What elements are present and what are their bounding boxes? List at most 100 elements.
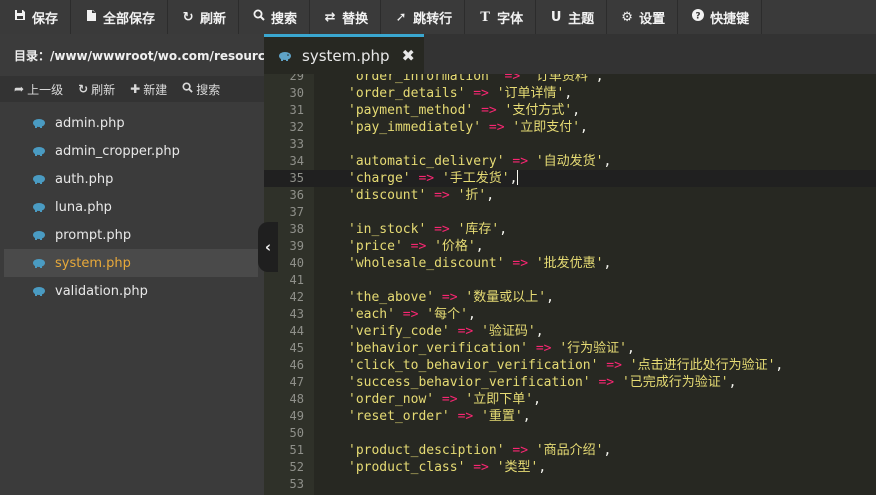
file-name: admin.php	[55, 115, 125, 131]
sidebar-search-label: 搜索	[196, 82, 221, 97]
tab-system-php[interactable]: system.php ✖	[264, 34, 424, 74]
array-value: '已完成行为验证'	[621, 375, 729, 390]
file-sidebar: 目录：/www/wwwroot/wo.com/resourc... ➦ 上一级 …	[0, 34, 264, 495]
settings-button[interactable]: ⚙ 设置	[607, 0, 679, 34]
array-key: 'product_desciption'	[348, 443, 505, 458]
close-icon[interactable]: ✖	[402, 46, 415, 65]
sidebar-refresh-button[interactable]: ↻ 刷新	[78, 81, 115, 98]
array-key: 'verify_code'	[348, 324, 450, 339]
settings-label: 设置	[639, 11, 666, 27]
refresh-icon: ↻	[78, 82, 89, 96]
replace-icon: ⇄	[324, 9, 336, 25]
file-name: system.php	[55, 255, 131, 271]
array-value: '每个'	[426, 307, 468, 322]
file-item[interactable]: luna.php	[4, 193, 258, 221]
array-key: 'in_stock'	[348, 222, 427, 237]
file-name: admin_cropper.php	[55, 143, 180, 159]
refresh-icon: ↻	[182, 9, 194, 25]
line-number: 31	[289, 103, 304, 117]
line-number: 29	[289, 74, 304, 83]
goto-line-button[interactable]: ➚ 跳转行	[381, 0, 466, 34]
arrow-operator: =>	[441, 392, 458, 407]
replace-label: 替换	[342, 11, 369, 27]
array-key: 'each'	[348, 307, 395, 322]
line-number: 51	[289, 443, 304, 457]
line-number: 47	[289, 375, 304, 389]
code-line: 30 'order_details' => '订单详情',	[264, 85, 876, 102]
save-all-icon	[84, 9, 98, 26]
code-text: 'in_stock' => '库存',	[348, 222, 508, 237]
array-key: 'the_above'	[348, 290, 435, 305]
array-key: 'payment_method'	[348, 103, 474, 118]
code-text: 'order_details' => '订单详情',	[348, 86, 573, 101]
new-file-button[interactable]: ✚ 新建	[130, 81, 167, 98]
up-level-button[interactable]: ➦ 上一级	[14, 81, 63, 98]
array-value: '商品介绍'	[535, 443, 604, 458]
theme-label: 主题	[568, 11, 595, 27]
sidebar-refresh-label: 刷新	[91, 82, 116, 97]
refresh-button[interactable]: ↻ 刷新	[168, 0, 240, 34]
code-text: 'discount' => '折',	[348, 188, 495, 203]
code-text: 'verify_code' => '验证码',	[348, 324, 544, 339]
array-value: '行为验证'	[559, 341, 627, 356]
line-number: 50	[289, 426, 304, 440]
code-line: 52 'product_class' => '类型',	[264, 459, 876, 476]
code-text: 'payment_method' => '支付方式',	[348, 103, 581, 118]
code-text: 'product_desciption' => '商品介绍',	[348, 443, 612, 458]
code-editor[interactable]: 29 'order_information' => '订单资料', 30 'order…	[264, 74, 876, 495]
sidebar-search-button[interactable]: 搜索	[182, 81, 220, 98]
file-item[interactable]: auth.php	[4, 165, 258, 193]
toolbar: 保存 全部保存 ↻ 刷新 搜索 ⇄ 替换 ➚ 跳转行 T 字体 U 主题 ⚙ 设…	[0, 0, 876, 34]
arrow-operator: =>	[512, 443, 529, 458]
array-key: 'price'	[348, 239, 403, 254]
file-list: admin.php admin_cropper.php auth.php luna.p…	[0, 109, 264, 305]
array-value: '类型'	[496, 460, 539, 475]
shortcuts-button[interactable]: ? 快捷键	[678, 0, 763, 34]
php-elephant-icon	[32, 286, 46, 296]
font-icon: T	[480, 9, 490, 25]
array-key: 'order_details'	[348, 86, 466, 101]
code-text: 'success_behavior_verification' => '已完成行…	[348, 375, 737, 390]
array-key: 'order_now'	[348, 392, 435, 407]
code-line: 41	[264, 272, 876, 289]
theme-button[interactable]: U 主题	[536, 0, 608, 34]
save-button[interactable]: 保存	[0, 0, 72, 34]
code-line: 31 'payment_method' => '支付方式',	[264, 102, 876, 119]
line-number: 46	[289, 358, 304, 372]
file-item[interactable]: prompt.php	[4, 221, 258, 249]
code-line: 53	[264, 476, 876, 493]
collapse-sidebar-button[interactable]: ‹	[258, 222, 278, 272]
font-button[interactable]: T 字体	[465, 0, 537, 34]
file-item[interactable]: admin_cropper.php	[4, 137, 258, 165]
code-line: 37	[264, 204, 876, 221]
array-value: '验证码'	[481, 324, 536, 339]
code-line: 42 'the_above' => '数量或以上',	[264, 289, 876, 306]
up-level-label: 上一级	[27, 82, 64, 97]
search-button[interactable]: 搜索	[239, 0, 311, 34]
file-item[interactable]: validation.php	[4, 277, 258, 305]
shortcuts-label: 快捷键	[710, 11, 750, 27]
code-text: 'order_information' => '订单资料',	[348, 74, 604, 85]
code-text: 'each' => '每个',	[348, 307, 476, 322]
save-all-button[interactable]: 全部保存	[71, 0, 169, 34]
line-number: 33	[289, 137, 304, 151]
file-item[interactable]: system.php	[4, 249, 258, 277]
file-item[interactable]: admin.php	[4, 109, 258, 137]
replace-button[interactable]: ⇄ 替换	[310, 0, 382, 34]
php-elephant-icon	[32, 230, 46, 240]
array-value: '立即下单'	[465, 392, 534, 407]
file-name: prompt.php	[55, 227, 132, 243]
code-text: 'charge' => '手工发货',	[348, 170, 519, 186]
array-key: 'success_behavior_verification'	[348, 375, 591, 390]
array-value: '订单资料'	[528, 74, 596, 84]
arrow-operator: =>	[402, 307, 419, 322]
array-value: '批发优惠'	[535, 256, 604, 271]
php-elephant-icon	[32, 202, 46, 212]
line-number: 36	[289, 188, 304, 202]
line-number: 52	[289, 460, 304, 474]
php-elephant-icon	[32, 118, 46, 128]
line-number: 41	[289, 273, 304, 287]
arrow-operator: =>	[434, 188, 450, 203]
arrow-operator: =>	[512, 154, 529, 169]
theme-icon: U	[550, 9, 562, 25]
